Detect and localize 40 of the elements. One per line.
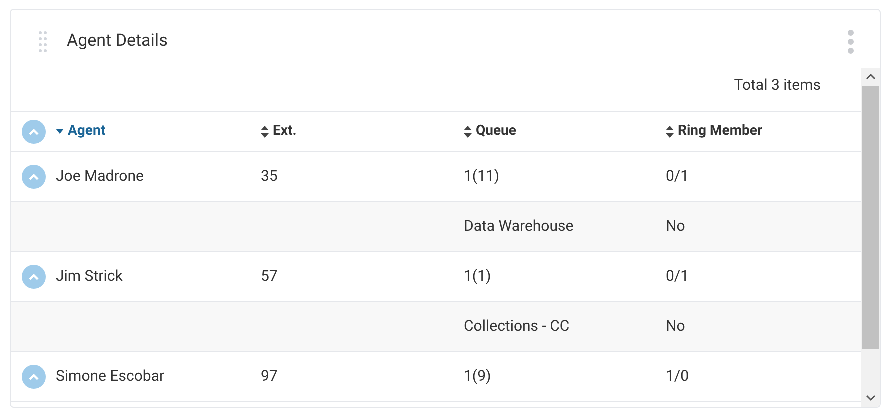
collapse-button[interactable] xyxy=(22,164,46,188)
chevron-up-icon xyxy=(28,372,40,380)
collapse-button[interactable] xyxy=(22,364,46,388)
scroll-down-icon[interactable] xyxy=(866,394,876,402)
sort-icon xyxy=(261,126,269,138)
drag-handle-icon[interactable] xyxy=(39,31,47,53)
sort-icon xyxy=(666,126,674,138)
table-cell-text: Joe Madrone xyxy=(56,166,144,188)
table-cell-text: 1/0 xyxy=(666,366,690,388)
column-header[interactable]: Agent xyxy=(56,121,106,142)
table-cell-text: Data Warehouse xyxy=(464,216,574,238)
table-cell-text: No xyxy=(666,216,686,238)
table-cell-text: 1(1) xyxy=(464,266,492,288)
more-options-icon[interactable] xyxy=(848,30,854,54)
chevron-up-icon xyxy=(28,272,40,280)
column-header[interactable]: Ext. xyxy=(261,121,297,142)
table-cell-text: 57 xyxy=(261,266,278,288)
table-cell-text: Simone Escobar xyxy=(56,366,165,388)
table-cell-text: 1(9) xyxy=(464,366,492,388)
column-header[interactable]: Queue xyxy=(464,121,516,142)
table-cell-text: 1(11) xyxy=(464,166,500,188)
collapse-button[interactable] xyxy=(22,120,46,144)
column-header[interactable]: Ring Member xyxy=(666,121,763,142)
sort-descending-icon xyxy=(56,129,64,134)
table-cell-text: 0/1 xyxy=(666,266,690,288)
panel-title: Agent Details xyxy=(67,30,168,54)
scroll-up-icon[interactable] xyxy=(866,73,876,81)
table-cell-text: 0/1 xyxy=(666,166,690,188)
total-count: Total 3 items xyxy=(734,75,822,96)
table-cell-text: No xyxy=(666,316,686,338)
collapse-button[interactable] xyxy=(22,264,46,288)
scrollbar-thumb[interactable] xyxy=(862,86,879,349)
scrollbar[interactable] xyxy=(861,68,880,407)
sort-icon xyxy=(464,126,472,138)
table-cell-text: 35 xyxy=(261,166,278,188)
chevron-up-icon xyxy=(28,128,40,136)
table-cell-text: Jim Strick xyxy=(56,266,123,288)
table-cell-text: 97 xyxy=(261,366,278,388)
chevron-up-icon xyxy=(28,172,40,180)
table-cell-text: Collections - CC xyxy=(464,316,570,338)
